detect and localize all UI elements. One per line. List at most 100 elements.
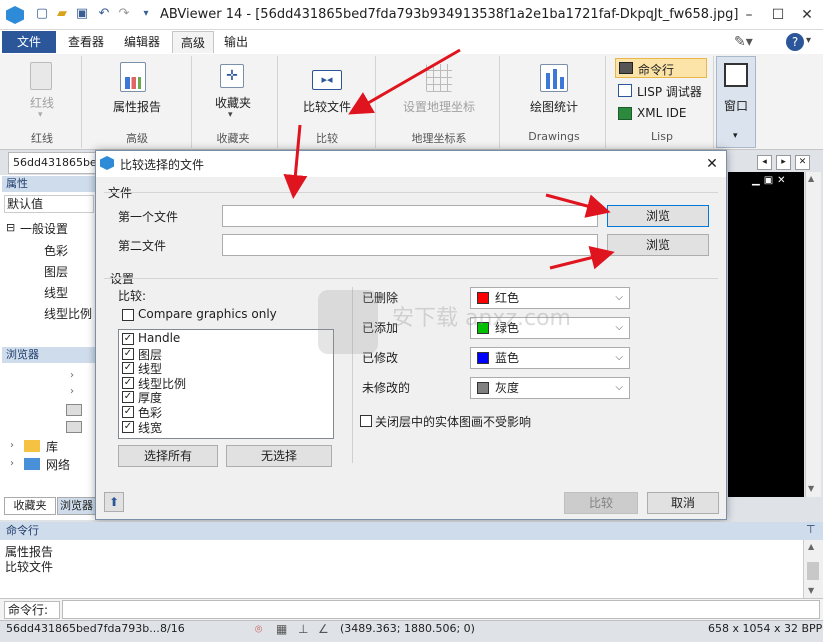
prev-doc-icon[interactable]: ◂ xyxy=(757,155,772,170)
canvas-window-controls[interactable]: ▁▣✕ xyxy=(752,175,790,186)
tab-file[interactable]: 文件 xyxy=(2,31,56,53)
compare-files-button[interactable]: 比较文件 xyxy=(290,98,364,115)
tab-advanced[interactable]: 高级 xyxy=(172,31,215,53)
ribbon-group-label: Lisp xyxy=(651,130,673,143)
item-checkbox[interactable]: ✓ xyxy=(122,348,134,360)
color-swatch xyxy=(477,352,489,364)
tree-expand-icon[interactable]: › xyxy=(70,386,74,397)
default-value-selector[interactable]: 默认值 xyxy=(4,195,94,213)
modified-color-select[interactable]: 蓝色 ⌵ xyxy=(470,347,630,369)
chevron-down-icon: ⌵ xyxy=(615,322,623,333)
close-doc-icon[interactable]: ✕ xyxy=(795,155,810,170)
unmodified-color-value: 灰度 xyxy=(495,381,520,395)
modified-color-value: 蓝色 xyxy=(495,351,520,365)
help-icon[interactable]: ? xyxy=(786,33,804,51)
second-file-label: 第二文件 xyxy=(118,239,167,253)
item-checkbox[interactable]: ✓ xyxy=(122,333,134,345)
redo-icon[interactable]: ↷ xyxy=(116,6,132,22)
undo-icon[interactable]: ↶ xyxy=(96,6,112,22)
vertical-scrollbar[interactable] xyxy=(805,172,821,497)
lisp-debugger-button[interactable]: LISP 调试器 xyxy=(615,81,707,101)
help-dropdown-icon[interactable]: ▾ xyxy=(806,35,811,46)
command-output-line: 比较文件 xyxy=(5,560,54,574)
tree-expand-icon[interactable]: › xyxy=(70,370,74,381)
compare-button[interactable]: 比较 xyxy=(564,492,638,514)
open-folder-icon[interactable]: ▰ xyxy=(54,6,70,22)
scroll-down-icon[interactable]: ▼ xyxy=(808,586,814,595)
bottom-tab-browser[interactable]: 浏览器 xyxy=(57,497,97,515)
property-report-icon xyxy=(120,62,146,92)
xml-ide-icon xyxy=(618,107,632,120)
first-file-input[interactable] xyxy=(222,205,598,227)
set-geo-coordinates-button[interactable]: 设置地理坐标 xyxy=(384,98,494,115)
ortho-icon[interactable]: ⊥ xyxy=(298,622,308,636)
polar-icon[interactable]: ∠ xyxy=(318,622,329,636)
browse-first-button[interactable]: 浏览 xyxy=(607,205,709,227)
network-icon xyxy=(24,458,40,470)
dialog-up-button[interactable]: ⬆ xyxy=(104,492,124,512)
tree-item-library[interactable]: 库 xyxy=(46,438,58,455)
drive-icon xyxy=(66,421,82,433)
scroll-thumb[interactable] xyxy=(807,562,819,580)
tab-viewer[interactable]: 查看器 xyxy=(60,31,112,53)
unmodified-color-select[interactable]: 灰度 ⌵ xyxy=(470,377,630,399)
browse-second-button[interactable]: 浏览 xyxy=(607,234,709,256)
second-file-input[interactable] xyxy=(222,234,598,256)
tree-expand-icon[interactable]: › xyxy=(10,440,14,451)
cancel-button[interactable]: 取消 xyxy=(647,492,719,514)
snap-icon[interactable]: ⌾ xyxy=(255,622,262,637)
watermark-logo xyxy=(318,290,378,354)
status-coordinates: (3489.363; 1880.506; 0) xyxy=(340,622,475,635)
tree-item-network[interactable]: 网络 xyxy=(46,456,70,473)
favorites-dropdown-icon[interactable]: ▾ xyxy=(228,110,233,120)
tree-expand-icon[interactable]: › xyxy=(10,458,14,469)
status-pages: 8/16 xyxy=(160,622,185,635)
quick-access-dropdown-icon[interactable]: ▾ xyxy=(138,6,154,22)
favorites-button[interactable]: 收藏夹 xyxy=(198,94,268,111)
next-doc-icon[interactable]: ▸ xyxy=(776,155,791,170)
style-icon[interactable]: ✎▾ xyxy=(734,34,753,50)
command-line-icon xyxy=(619,62,633,74)
grid-icon[interactable]: ▦ xyxy=(276,622,287,636)
item-checkbox[interactable]: ✓ xyxy=(122,421,134,433)
compare-graphics-only-checkbox[interactable] xyxy=(122,309,134,321)
window-button[interactable]: 窗口 ▾ xyxy=(716,56,756,148)
redline-dropdown-icon[interactable]: ▾ xyxy=(38,110,43,120)
property-report-button[interactable]: 属性报告 xyxy=(92,98,182,115)
drawing-stats-button[interactable]: 绘图统计 xyxy=(514,98,594,115)
save-icon[interactable]: ▣ xyxy=(74,6,90,22)
redline-button[interactable]: 红线 xyxy=(12,94,72,111)
command-output xyxy=(0,540,803,598)
bottom-tab-favorites[interactable]: 收藏夹 xyxy=(4,497,56,515)
xml-ide-button[interactable]: XML IDE xyxy=(615,104,707,124)
select-all-button[interactable]: 选择所有 xyxy=(118,445,218,467)
item-label: 线宽 xyxy=(138,421,163,435)
minimize-button[interactable]: – xyxy=(736,4,762,26)
item-checkbox[interactable]: ✓ xyxy=(122,377,134,389)
document-tab[interactable]: 56dd431865bed xyxy=(8,152,98,174)
item-checkbox[interactable]: ✓ xyxy=(122,362,134,374)
tab-output[interactable]: 输出 xyxy=(216,31,256,53)
close-button[interactable]: ✕ xyxy=(794,4,820,26)
drawing-canvas[interactable] xyxy=(728,172,804,497)
compare-graphics-only-label: Compare graphics only xyxy=(138,307,277,321)
tab-editor[interactable]: 编辑器 xyxy=(116,31,168,53)
scroll-up-icon[interactable]: ▲ xyxy=(808,542,814,551)
new-file-icon[interactable]: ▢ xyxy=(34,6,50,22)
drawing-stats-icon xyxy=(540,64,568,92)
command-line-button[interactable]: 命令行 xyxy=(615,58,707,78)
command-input[interactable] xyxy=(62,600,820,619)
scroll-down-icon[interactable]: ▼ xyxy=(808,484,814,493)
maximize-button[interactable]: ☐ xyxy=(765,4,791,26)
select-none-button[interactable]: 无选择 xyxy=(226,445,332,467)
command-panel-header: 命令行 xyxy=(0,522,823,540)
item-checkbox[interactable]: ✓ xyxy=(122,406,134,418)
dialog-close-button[interactable]: ✕ xyxy=(702,155,722,173)
collapse-icon[interactable]: ⊟ xyxy=(6,221,15,234)
pin-icon[interactable]: ⊤ xyxy=(806,523,816,536)
closed-layers-checkbox[interactable] xyxy=(360,415,372,427)
scroll-up-icon[interactable]: ▲ xyxy=(808,174,814,183)
window-title: ABViewer 14 - [56dd431865bed7fda793b9349… xyxy=(160,7,739,22)
xml-ide-label: XML IDE xyxy=(637,106,687,120)
item-checkbox[interactable]: ✓ xyxy=(122,391,134,403)
